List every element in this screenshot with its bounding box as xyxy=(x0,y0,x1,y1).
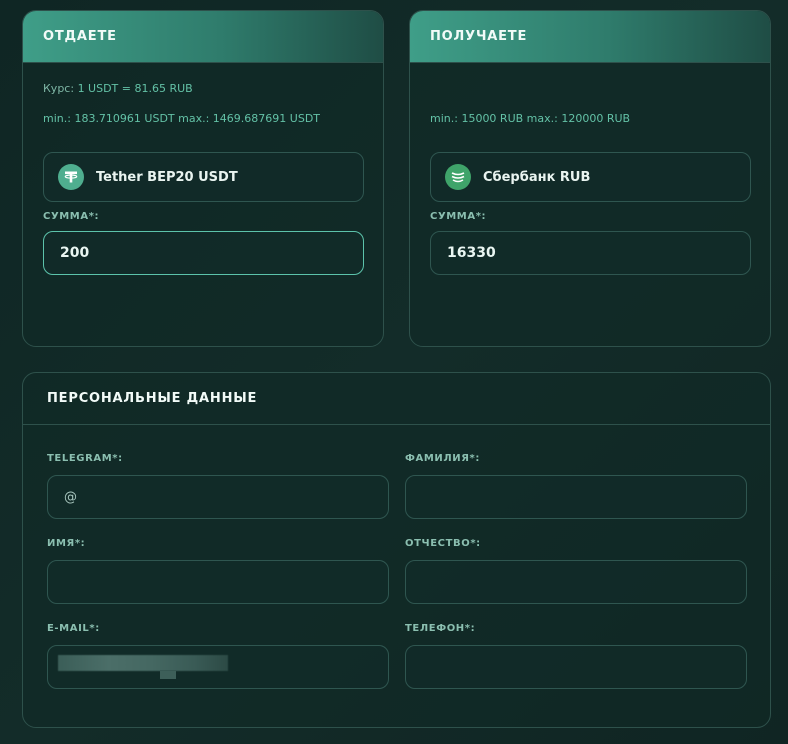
give-limits: min.: 183.710961 USDT max.: 1469.687691 … xyxy=(43,112,321,125)
phone-input[interactable] xyxy=(405,645,747,689)
tether-icon xyxy=(58,164,84,190)
give-amount-label: СУММА*: xyxy=(43,211,100,222)
surname-input[interactable] xyxy=(405,475,747,519)
patronymic-label: ОТЧЕСТВО*: xyxy=(405,538,481,549)
get-amount-label: СУММА*: xyxy=(430,211,487,222)
patronymic-input[interactable] xyxy=(405,560,747,604)
telegram-input[interactable]: @ xyxy=(47,475,389,519)
redacted-email-fragment xyxy=(160,671,176,679)
give-card: ОТДАЕТЕ Курс: 1 USDT = 81.65 RUB min.: 1… xyxy=(22,10,384,347)
exchange-rate-value: 1 USDT = 81.65 RUB xyxy=(77,82,193,95)
telegram-label: TELEGRAM*: xyxy=(47,453,123,464)
email-input[interactable] xyxy=(47,645,389,689)
personal-data-title: ПЕРСОНАЛЬНЫЕ ДАННЫЕ xyxy=(23,373,770,425)
get-card: ПОЛУЧАЕТЕ min.: 15000 RUB max.: 120000 R… xyxy=(409,10,771,347)
exchange-rate-label: Курс: xyxy=(43,82,75,95)
give-amount-input[interactable]: 200 xyxy=(43,231,364,275)
surname-label: ФАМИЛИЯ*: xyxy=(405,453,480,464)
get-card-title: ПОЛУЧАЕТЕ xyxy=(410,11,770,63)
telegram-placeholder: @ xyxy=(64,489,77,505)
email-label: E-MAIL*: xyxy=(47,623,100,634)
give-currency-select[interactable]: Tether BEP20 USDT xyxy=(43,152,364,202)
redacted-email xyxy=(58,655,228,671)
get-currency-select[interactable]: Сбербанк RUB xyxy=(430,152,751,202)
name-input[interactable] xyxy=(47,560,389,604)
give-currency-name: Tether BEP20 USDT xyxy=(96,169,238,185)
phone-label: ТЕЛЕФОН*: xyxy=(405,623,476,634)
personal-data-card: ПЕРСОНАЛЬНЫЕ ДАННЫЕ TELEGRAM*: @ ФАМИЛИЯ… xyxy=(22,372,771,728)
exchange-rate: Курс: 1 USDT = 81.65 RUB xyxy=(43,82,193,95)
sberbank-icon xyxy=(445,164,471,190)
name-label: ИМЯ*: xyxy=(47,538,86,549)
get-limits: min.: 15000 RUB max.: 120000 RUB xyxy=(430,112,631,125)
get-currency-name: Сбербанк RUB xyxy=(483,169,591,185)
give-card-title: ОТДАЕТЕ xyxy=(23,11,383,63)
get-amount-input[interactable]: 16330 xyxy=(430,231,751,275)
